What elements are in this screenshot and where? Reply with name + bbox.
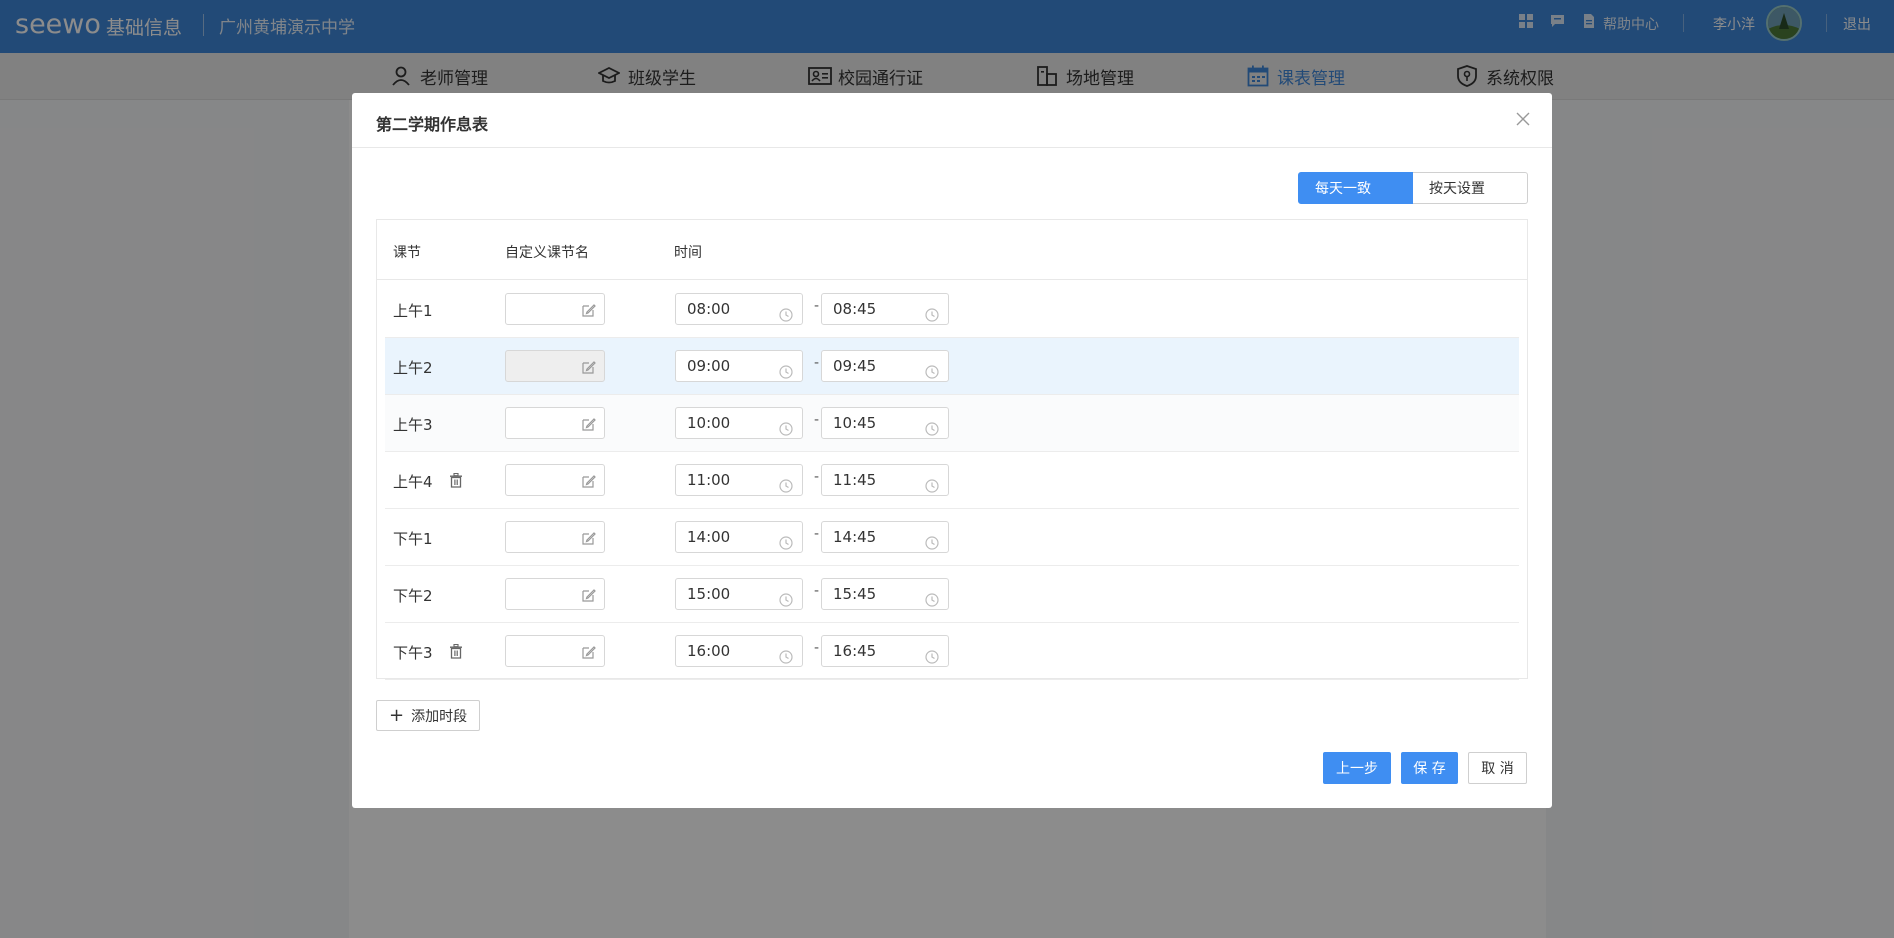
- clock-icon: [925, 473, 939, 493]
- mode-same-every-day[interactable]: 每天一致: [1298, 172, 1413, 204]
- edit-icon[interactable]: [582, 644, 596, 659]
- column-header: 课节: [393, 245, 421, 261]
- period-table: 课节 自定义课节名 时间 上午1 08:00-08:45 上午2 09:00-09:4…: [376, 219, 1528, 680]
- edit-icon[interactable]: [582, 416, 596, 431]
- time-separator: -: [814, 640, 820, 656]
- period-label: 上午1: [393, 302, 433, 320]
- trash-icon[interactable]: [449, 643, 463, 659]
- end-time-picker[interactable]: 11:45: [821, 464, 949, 496]
- end-time-picker[interactable]: 16:45: [821, 635, 949, 667]
- time-separator: -: [814, 298, 820, 314]
- start-time-picker[interactable]: 16:00: [675, 635, 803, 667]
- dialog-header: 第二学期作息表: [352, 93, 1552, 148]
- clock-icon: [779, 302, 793, 322]
- clock-icon: [925, 587, 939, 607]
- close-icon[interactable]: [1512, 109, 1534, 131]
- end-time-value: 14:45: [833, 528, 877, 546]
- save-button[interactable]: 保 存: [1401, 752, 1458, 784]
- end-time-value: 08:45: [833, 300, 877, 318]
- column-header: 时间: [674, 245, 702, 261]
- start-time-picker[interactable]: 08:00: [675, 293, 803, 325]
- end-time-picker[interactable]: 10:45: [821, 407, 949, 439]
- trash-icon[interactable]: [449, 472, 463, 488]
- column-header: 自定义课节名: [505, 245, 589, 261]
- edit-icon[interactable]: [582, 530, 596, 545]
- time-separator: -: [814, 412, 820, 428]
- mode-per-day[interactable]: 按天设置: [1413, 172, 1528, 204]
- table-row: 上午3 10:00 -10:45: [385, 395, 1519, 452]
- start-time-picker[interactable]: 10:00: [675, 407, 803, 439]
- time-separator: -: [814, 469, 820, 485]
- start-time-picker[interactable]: 11:00: [675, 464, 803, 496]
- period-label: 下午3: [393, 644, 433, 662]
- custom-period-name-input[interactable]: [505, 521, 605, 553]
- clock-icon: [925, 416, 939, 436]
- table-row: 下午2 15:00 -15:45: [385, 566, 1519, 623]
- time-separator: -: [814, 526, 820, 542]
- schedule-mode-toggle: 每天一致 按天设置: [1298, 172, 1528, 204]
- clock-icon: [779, 644, 793, 664]
- start-time-value: 11:00: [687, 471, 731, 489]
- period-label: 下午2: [393, 587, 433, 605]
- table-row: 上午1 08:00 -08:45: [385, 281, 1519, 338]
- clock-icon: [925, 530, 939, 550]
- add-period-button[interactable]: + 添加时段: [376, 700, 480, 731]
- clock-icon: [779, 530, 793, 550]
- start-time-value: 14:00: [687, 528, 731, 546]
- clock-icon: [925, 644, 939, 664]
- start-time-value: 09:00: [687, 357, 731, 375]
- add-period-label: 添加时段: [411, 708, 468, 725]
- custom-period-name-input[interactable]: [505, 407, 605, 439]
- timetable-dialog: 第二学期作息表 每天一致 按天设置 课节 自定义课节名 时间 上午1 08:00 -…: [352, 93, 1552, 808]
- plus-icon: +: [389, 704, 405, 726]
- end-time-value: 09:45: [833, 357, 877, 375]
- custom-period-name-input[interactable]: [505, 293, 605, 325]
- start-time-value: 16:00: [687, 642, 731, 660]
- start-time-value: 10:00: [687, 414, 731, 432]
- clock-icon: [779, 587, 793, 607]
- edit-icon[interactable]: [582, 359, 596, 374]
- end-time-picker[interactable]: 08:45: [821, 293, 949, 325]
- start-time-picker[interactable]: 15:00: [675, 578, 803, 610]
- time-separator: -: [814, 583, 820, 599]
- custom-period-name-input[interactable]: [505, 635, 605, 667]
- period-label: 下午1: [393, 530, 433, 548]
- end-time-picker[interactable]: 09:45: [821, 350, 949, 382]
- table-row: 上午2 09:00 -09:45: [385, 338, 1519, 395]
- custom-period-name-input[interactable]: [505, 578, 605, 610]
- period-label: 上午4: [393, 473, 433, 491]
- clock-icon: [779, 473, 793, 493]
- custom-period-name-input[interactable]: [505, 350, 605, 382]
- end-time-picker[interactable]: 14:45: [821, 521, 949, 553]
- time-separator: -: [814, 355, 820, 371]
- custom-period-name-input[interactable]: [505, 464, 605, 496]
- dialog-title: 第二学期作息表: [376, 115, 489, 134]
- edit-icon[interactable]: [582, 473, 596, 488]
- clock-icon: [779, 359, 793, 379]
- start-time-value: 15:00: [687, 585, 731, 603]
- end-time-picker[interactable]: 15:45: [821, 578, 949, 610]
- table-header: 课节 自定义课节名 时间: [377, 220, 1527, 280]
- clock-icon: [779, 416, 793, 436]
- table-row: 下午3 16:00 -16:45: [385, 623, 1519, 680]
- end-time-value: 11:45: [833, 471, 877, 489]
- clock-icon: [925, 359, 939, 379]
- start-time-value: 08:00: [687, 300, 731, 318]
- period-label: 上午3: [393, 416, 433, 434]
- edit-icon[interactable]: [582, 302, 596, 317]
- period-label: 上午2: [393, 359, 433, 377]
- cancel-button[interactable]: 取 消: [1468, 752, 1527, 784]
- table-row: 上午4 11:00 -11:45: [385, 452, 1519, 509]
- table-row: 下午1 14:00 -14:45: [385, 509, 1519, 566]
- edit-icon[interactable]: [582, 587, 596, 602]
- start-time-picker[interactable]: 14:00: [675, 521, 803, 553]
- start-time-picker[interactable]: 09:00: [675, 350, 803, 382]
- end-time-value: 16:45: [833, 642, 877, 660]
- end-time-value: 15:45: [833, 585, 877, 603]
- end-time-value: 10:45: [833, 414, 877, 432]
- clock-icon: [925, 302, 939, 322]
- previous-step-button[interactable]: 上一步: [1323, 752, 1391, 784]
